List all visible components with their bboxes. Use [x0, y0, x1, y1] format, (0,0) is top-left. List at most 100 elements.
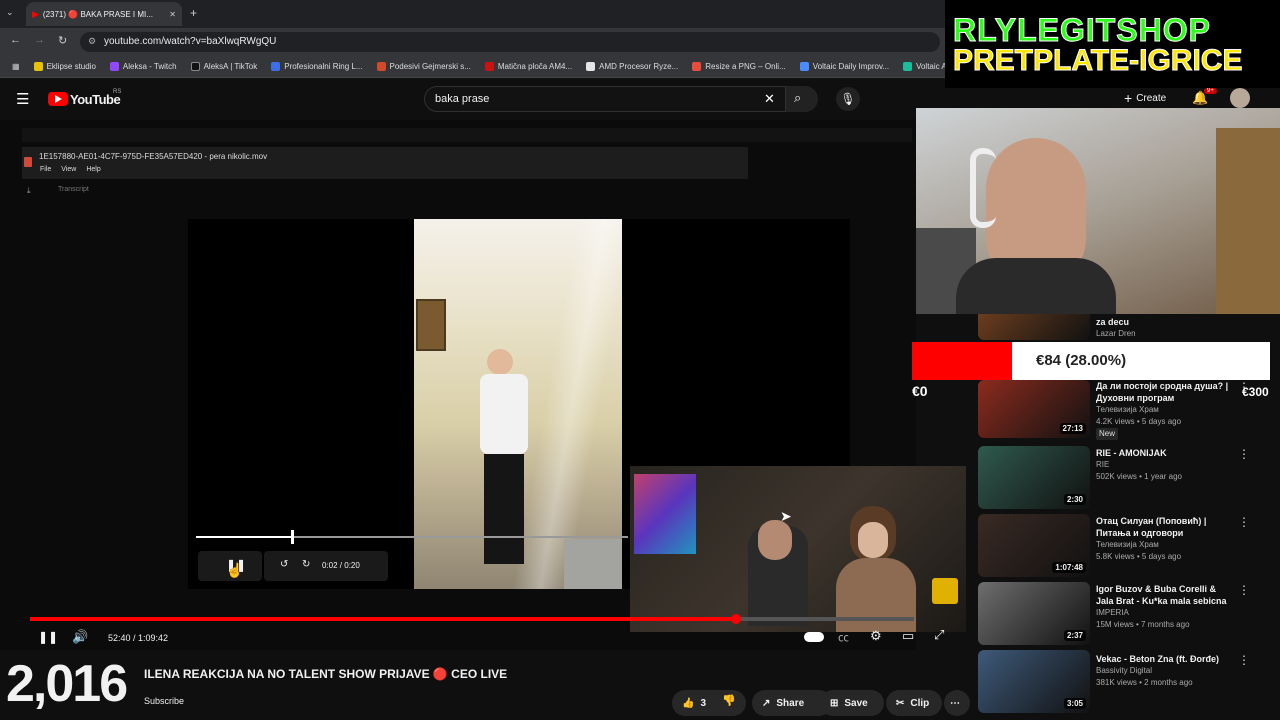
rec-title: Отац Силуан (Поповић) | Питања и одговор… — [1096, 516, 1207, 538]
rec-channel: IMPERIA — [1096, 608, 1129, 617]
avatar[interactable] — [1230, 88, 1250, 108]
rec-thumbnail[interactable] — [978, 314, 1090, 340]
rec-item[interactable]: Igor Buzov & Buba Corelli & Jala Brat - … — [1096, 583, 1236, 631]
rec-item[interactable]: RIE - AMONIJAK RIE 502K views • 1 year a… — [1096, 447, 1236, 483]
inner-menu-view[interactable]: View — [61, 166, 76, 173]
bookmark-item[interactable]: Eklipse studio — [33, 62, 96, 71]
rec-thumbnail[interactable]: 3:05 — [978, 650, 1090, 713]
settings-icon[interactable]: ⚙ — [870, 628, 882, 644]
bookmark-item[interactable]: Voltaic App — [903, 62, 945, 71]
youtube-logo-icon[interactable] — [48, 92, 68, 106]
bookmark-item[interactable]: AMD Procesor Ryze... — [586, 62, 678, 71]
wall-icon-picture — [416, 299, 446, 351]
inner-menu-help[interactable]: Help — [86, 166, 100, 173]
shop-banner: RLYLEGITSHOP PRETPLATE-IGRICE — [945, 0, 1280, 88]
guest-webcam — [630, 466, 966, 632]
voice-search-icon[interactable]: 🎙 — [836, 87, 860, 111]
subscribe-button[interactable]: Subscribe — [144, 696, 184, 706]
reload-icon[interactable]: ↻ — [58, 34, 67, 47]
inner-controls-group: ↺ ↻ 0:02 / 0:20 — [264, 551, 388, 581]
rec-menu-icon[interactable]: ⋮ — [1238, 653, 1250, 667]
apps-icon[interactable]: ▦ — [12, 62, 20, 71]
rec-menu-icon[interactable]: ⋮ — [1238, 380, 1250, 394]
scissors-icon: ✂ — [896, 697, 905, 709]
bookmark-item[interactable]: Podesivi Gejmerski s... — [376, 62, 471, 71]
donation-goal-fill — [912, 342, 1012, 380]
rec-meta: 5.8K views • 5 days ago — [1096, 552, 1182, 561]
player-time: 52:40 / 1:09:42 — [108, 633, 169, 643]
file-icon — [24, 157, 32, 167]
tab-close-icon[interactable]: ✕ — [169, 10, 176, 19]
inner-toolbar: ⤓ Transcript — [22, 184, 912, 200]
bookmark-item[interactable]: Matična ploča AM4... — [484, 62, 572, 71]
rec-title: Igor Buzov & Buba Corelli & Jala Brat - … — [1096, 584, 1227, 606]
rec-item[interactable]: Отац Силуан (Поповић) | Питања и одговор… — [1096, 515, 1236, 563]
menu-icon[interactable]: ☰ — [16, 90, 29, 108]
tab-search-icon[interactable]: ⌄ — [6, 7, 14, 18]
rewind-icon[interactable]: ↺ — [280, 559, 288, 570]
inner-menu-file[interactable]: File — [40, 166, 51, 173]
rec-menu-icon[interactable]: ⋮ — [1238, 515, 1250, 529]
main-progress-handle[interactable] — [731, 614, 741, 624]
theater-icon[interactable]: ▭ — [902, 628, 914, 644]
rec-meta: 4.2K views • 5 days ago — [1096, 417, 1182, 426]
search-input[interactable]: baka prase — [424, 86, 786, 112]
site-info-icon[interactable]: ⚙ — [88, 36, 96, 47]
more-actions-button[interactable]: ⋯ — [944, 690, 970, 716]
mouse-cursor-icon: ➤ — [780, 508, 792, 524]
clear-search-icon[interactable]: ✕ — [764, 91, 775, 107]
bookmark-item[interactable]: Resize a PNG – Onli... — [692, 62, 786, 71]
rec-channel: RIE — [1096, 460, 1110, 469]
video-title: ILENA REAKCIJA NA NO TALENT SHOW PRIJAVE… — [144, 667, 508, 681]
save-icon: ⊞ — [830, 697, 839, 709]
rec-channel: Bassivity Digital — [1096, 666, 1153, 675]
new-tab-icon[interactable]: + — [190, 6, 197, 20]
rec-title: Vekac - Beton Zna (ft. Đorđe) — [1096, 654, 1220, 664]
save-button[interactable]: ⊞ Save — [820, 690, 884, 716]
autoplay-toggle[interactable] — [804, 632, 824, 642]
inner-progress-fill — [196, 536, 292, 538]
rec-duration: 1:07:48 — [1052, 562, 1086, 573]
rec-thumbnail[interactable]: 2:37 — [978, 582, 1090, 645]
rec-menu-icon[interactable]: ⋮ — [1238, 583, 1250, 597]
rec-duration: 27:13 — [1059, 423, 1086, 434]
bookmark-item[interactable]: Voltaic Daily Improv... — [799, 62, 889, 71]
bookmark-item[interactable]: Aleksa - Twitch — [109, 62, 177, 71]
inner-file-title: 1E157880-AE01-4C7F-975D-FE35A57ED420 - p… — [39, 152, 268, 161]
bookmark-item[interactable]: AleksA | TikTok — [190, 62, 257, 71]
url-field[interactable]: youtube.com/watch?v=baXlwqRWgQU — [80, 32, 940, 52]
rec-item[interactable]: Да ли постоји сродна душа? | Духовни про… — [1096, 380, 1236, 440]
forward-icon[interactable]: → — [34, 34, 45, 46]
captions-icon[interactable]: ㏄ — [838, 629, 849, 645]
clip-button[interactable]: ✂ Clip — [886, 690, 942, 716]
transcript-button[interactable]: Transcript — [58, 186, 89, 193]
browser-tab[interactable]: ▶ (2371) 🔴 BAKA PRASE I MI... ✕ — [26, 2, 182, 26]
dislike-icon[interactable]: 👎 — [722, 694, 736, 707]
create-button[interactable]: + Create — [1124, 90, 1166, 106]
forward-skip-icon[interactable]: ↻ — [302, 559, 310, 570]
rec-thumbnail[interactable]: 1:07:48 — [978, 514, 1090, 577]
rec-menu-icon[interactable]: ⋮ — [1238, 447, 1250, 461]
cursor-icon: ☝ — [226, 562, 244, 578]
rec-item[interactable]: za decu Lazar Dren — [1096, 316, 1236, 340]
rec-item[interactable]: Vekac - Beton Zna (ft. Đorđe) Bassivity … — [1096, 653, 1236, 689]
download-icon[interactable]: ⤓ — [27, 186, 31, 196]
main-progress-fill — [30, 617, 736, 621]
play-pause-icon[interactable]: ❚❚ — [38, 630, 58, 644]
rec-thumbnail[interactable]: 2:30 — [978, 446, 1090, 509]
rec-meta: 15M views • 7 months ago — [1096, 620, 1190, 629]
search-button[interactable]: ⌕ — [786, 86, 818, 112]
fullscreen-icon[interactable]: ⤢ — [934, 627, 944, 643]
rec-duration: 2:30 — [1063, 494, 1086, 505]
banner-line2: PRETPLATE-IGRICE — [952, 44, 1243, 78]
inner-progress-handle[interactable] — [291, 530, 294, 544]
bookmark-item[interactable]: Profesionalni Ring L... — [271, 62, 363, 71]
volume-icon[interactable]: 🔊 — [72, 629, 88, 645]
sticker-icon — [932, 578, 958, 604]
rec-thumbnail[interactable]: 27:13 — [978, 380, 1090, 438]
back-icon[interactable]: ← — [10, 34, 21, 46]
more-icon: ⋯ — [950, 697, 960, 709]
thumbs-up-icon: 👍 — [682, 697, 695, 709]
rec-title: RIE - AMONIJAK — [1096, 448, 1167, 458]
inner-viewer-header: 1E157880-AE01-4C7F-975D-FE35A57ED420 - p… — [22, 147, 748, 179]
